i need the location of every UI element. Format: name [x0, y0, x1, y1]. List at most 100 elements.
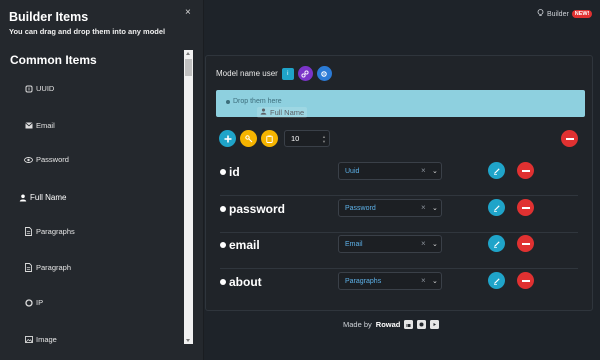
key-button[interactable] — [240, 130, 257, 147]
dragged-item-label: Full Name — [270, 108, 305, 117]
field-type-select[interactable]: Paragraphs × ⌄ — [338, 272, 442, 290]
builder-status[interactable]: Builder NEW! — [537, 9, 593, 19]
dropzone-text: Drop them here — [233, 98, 282, 105]
bullet-icon — [220, 206, 226, 212]
plus-icon — [224, 135, 231, 142]
clear-icon[interactable]: × — [421, 166, 426, 175]
image-icon — [24, 335, 33, 344]
delete-field-button[interactable] — [517, 235, 534, 252]
chevron-down-icon[interactable]: ⌄ — [432, 240, 438, 248]
count-input[interactable]: 10 ▲ ▼ — [284, 130, 330, 147]
bullet-icon — [220, 242, 226, 248]
envelope-icon — [24, 121, 33, 130]
footer-made-by: Made by — [343, 320, 372, 329]
footer: Made by Rowad — [343, 320, 440, 329]
field-name: password — [229, 202, 286, 216]
field-row-id: id Uuid × ⌄ — [220, 160, 578, 196]
chevron-down-icon[interactable]: ⌄ — [432, 167, 438, 175]
sidebar-item-paragraph[interactable]: Paragraph — [24, 263, 71, 272]
relation-button[interactable] — [297, 66, 313, 81]
sidebar-scrollbar[interactable] — [184, 50, 193, 344]
add-field-button[interactable] — [219, 130, 236, 147]
field-row-password: password Password × ⌄ — [220, 197, 578, 233]
clear-icon[interactable]: × — [421, 239, 426, 248]
builder-items-sidebar: Builder Items You can drag and drop them… — [0, 0, 204, 360]
clear-icon[interactable]: × — [421, 203, 426, 212]
sidebar-item-label: Image — [36, 335, 57, 344]
user-icon — [18, 193, 27, 202]
key-icon — [244, 134, 252, 142]
clipboard-icon — [266, 135, 273, 143]
user-icon — [260, 108, 267, 117]
builder-label: Builder — [547, 10, 569, 18]
sidebar-item-image[interactable]: Image — [24, 335, 57, 344]
edit-field-button[interactable] — [488, 199, 505, 216]
link-icon — [301, 69, 309, 78]
field-type-select[interactable]: Email × ⌄ — [338, 235, 442, 253]
field-type-value: Uuid — [345, 167, 360, 175]
sidebar-item-uuid[interactable]: UUID — [24, 84, 54, 93]
field-name: id — [229, 165, 240, 179]
sidebar-item-label: IP — [36, 298, 44, 307]
edit-field-button[interactable] — [488, 272, 505, 289]
sidebar-item-label: UUID — [36, 84, 55, 93]
sidebar-item-label: Email — [36, 121, 55, 130]
model-header: Model name user i — [216, 66, 332, 81]
field-type-select[interactable]: Uuid × ⌄ — [338, 162, 442, 180]
minus-icon — [565, 137, 574, 140]
dragged-item-ghost: Full Name — [257, 107, 308, 118]
delete-field-button[interactable] — [517, 272, 534, 289]
clipboard-button[interactable] — [261, 130, 278, 147]
chevron-down-icon[interactable]: ⌄ — [432, 277, 438, 285]
youtube-icon[interactable] — [430, 320, 440, 329]
field-type-value: Email — [345, 240, 363, 248]
sidebar-subtitle: You can drag and drop them into any mode… — [9, 27, 166, 36]
minus-icon — [521, 206, 530, 209]
edit-field-button[interactable] — [488, 162, 505, 179]
footer-author[interactable]: Rowad — [376, 320, 401, 329]
settings-button[interactable] — [316, 66, 332, 81]
field-row-about: about Paragraphs × ⌄ — [220, 270, 578, 306]
document-icon — [24, 227, 33, 236]
sidebar-item-full-name[interactable]: Full Name — [18, 193, 66, 202]
bullet-icon — [220, 279, 226, 285]
document-icon — [24, 263, 33, 272]
scroll-down-arrow-icon[interactable] — [186, 339, 190, 342]
sidebar-item-label: Paragraph — [36, 263, 72, 272]
sidebar-item-ip[interactable]: IP — [24, 298, 43, 307]
sidebar-close-button[interactable]: × — [185, 7, 191, 18]
info-icon[interactable]: i — [281, 67, 294, 80]
pencil-icon — [493, 240, 500, 248]
delete-field-button[interactable] — [517, 199, 534, 216]
bullet-icon — [220, 169, 226, 175]
eye-icon — [24, 155, 33, 164]
delete-model-button[interactable] — [561, 130, 578, 147]
pencil-icon — [493, 204, 500, 212]
scrollbar-thumb[interactable] — [185, 59, 192, 76]
linkedin-icon[interactable] — [404, 320, 414, 329]
minus-icon — [521, 242, 530, 245]
github-icon[interactable] — [417, 320, 427, 329]
sidebar-section-title: Common Items — [10, 53, 97, 67]
delete-field-button[interactable] — [517, 162, 534, 179]
sidebar-item-label: Full Name — [30, 193, 67, 202]
field-type-value: Paragraphs — [345, 277, 382, 285]
minus-icon — [521, 169, 530, 172]
field-name: email — [229, 238, 260, 252]
stepper-arrows-icon[interactable]: ▲ ▼ — [322, 134, 326, 144]
sidebar-item-label: Password — [36, 155, 69, 164]
sidebar-item-password[interactable]: Password — [24, 155, 69, 164]
clear-icon[interactable]: × — [421, 276, 426, 285]
edit-field-button[interactable] — [488, 235, 505, 252]
sidebar-item-label: Paragraphs — [36, 227, 75, 236]
new-badge: NEW! — [571, 10, 593, 18]
scroll-up-arrow-icon[interactable] — [186, 52, 190, 55]
model-toolbar — [219, 130, 278, 147]
sidebar-title: Builder Items — [9, 10, 89, 24]
gear-icon — [321, 70, 328, 77]
field-type-select[interactable]: Password × ⌄ — [338, 199, 442, 217]
sidebar-item-paragraphs[interactable]: Paragraphs — [24, 227, 75, 236]
chevron-down-icon[interactable]: ⌄ — [432, 204, 438, 212]
sidebar-item-email[interactable]: Email — [24, 121, 55, 130]
pencil-icon — [493, 277, 500, 285]
